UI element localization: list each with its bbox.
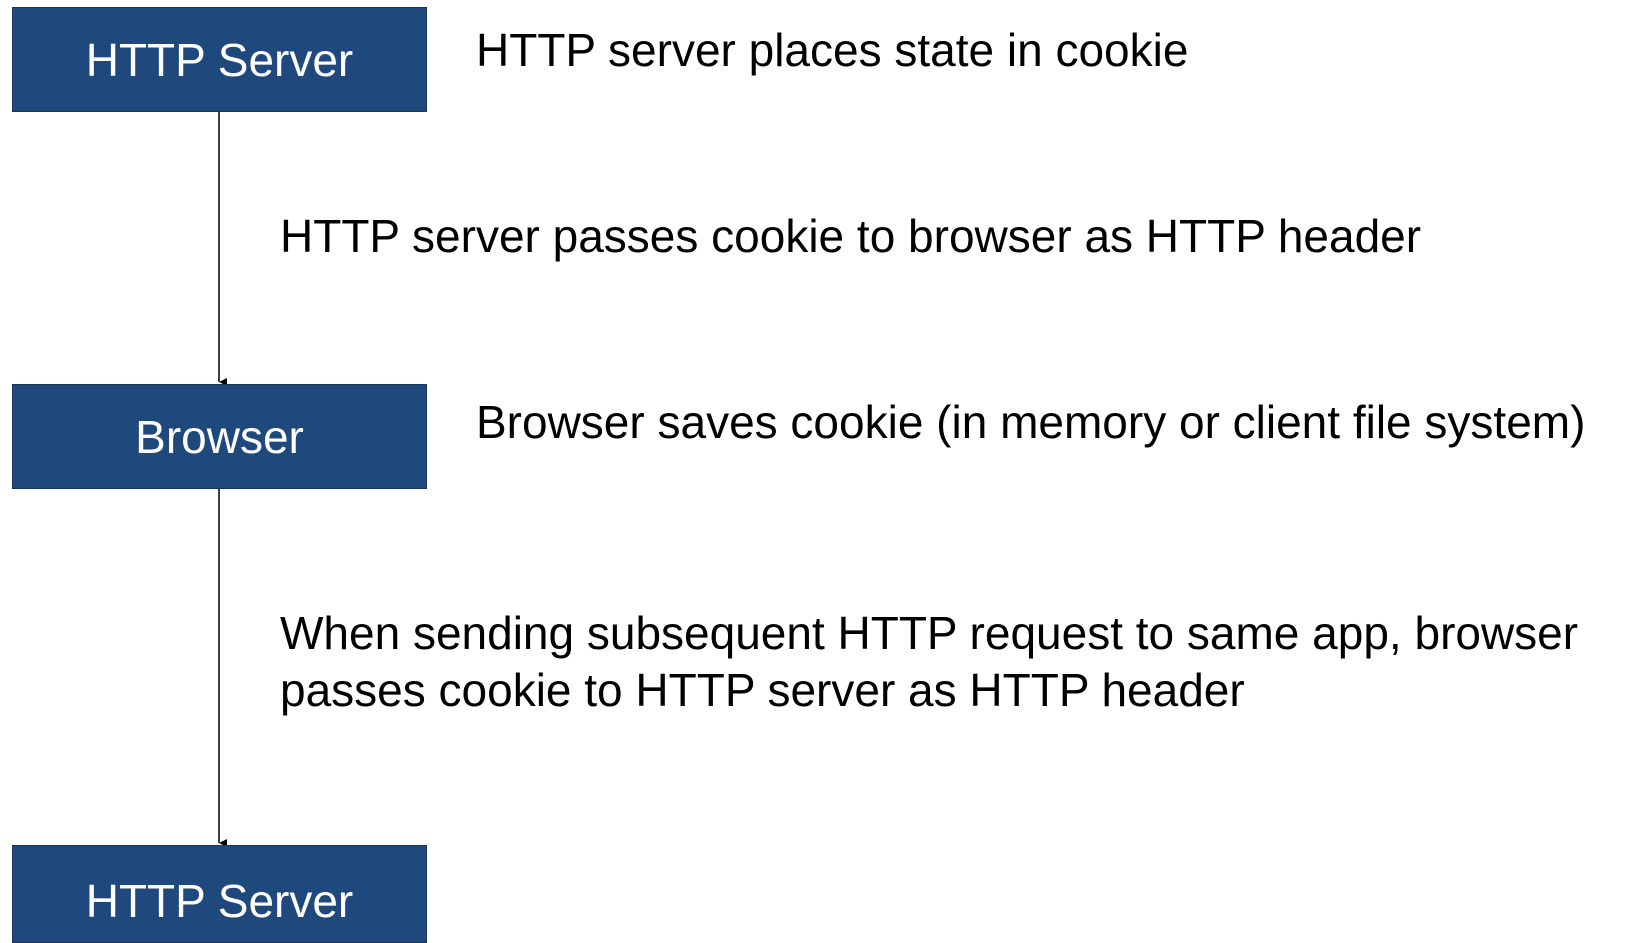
step-browser-saves-cookie-text: Browser saves cookie (in memory or clien… <box>476 396 1586 448</box>
step-subsequent-request-line-2: passes cookie to HTTP server as HTTP hea… <box>280 664 1245 716</box>
http-server-box-bottom: HTTP Server <box>12 845 427 943</box>
step-subsequent-request-line-1: When sending subsequent HTTP request to … <box>280 607 1579 659</box>
step-subsequent-request-text: When sending subsequent HTTP request to … <box>280 605 1578 719</box>
http-server-label-top: HTTP Server <box>85 33 354 86</box>
browser-box: Browser <box>12 384 427 489</box>
step-passes-cookie-to-browser-text: HTTP server passes cookie to browser as … <box>280 210 1422 262</box>
browser-label: Browser <box>135 410 304 463</box>
http-server-label-bottom: HTTP Server <box>85 875 354 927</box>
http-server-box-top: HTTP Server <box>12 7 427 112</box>
step-places-state-text: HTTP server places state in cookie <box>476 24 1189 76</box>
